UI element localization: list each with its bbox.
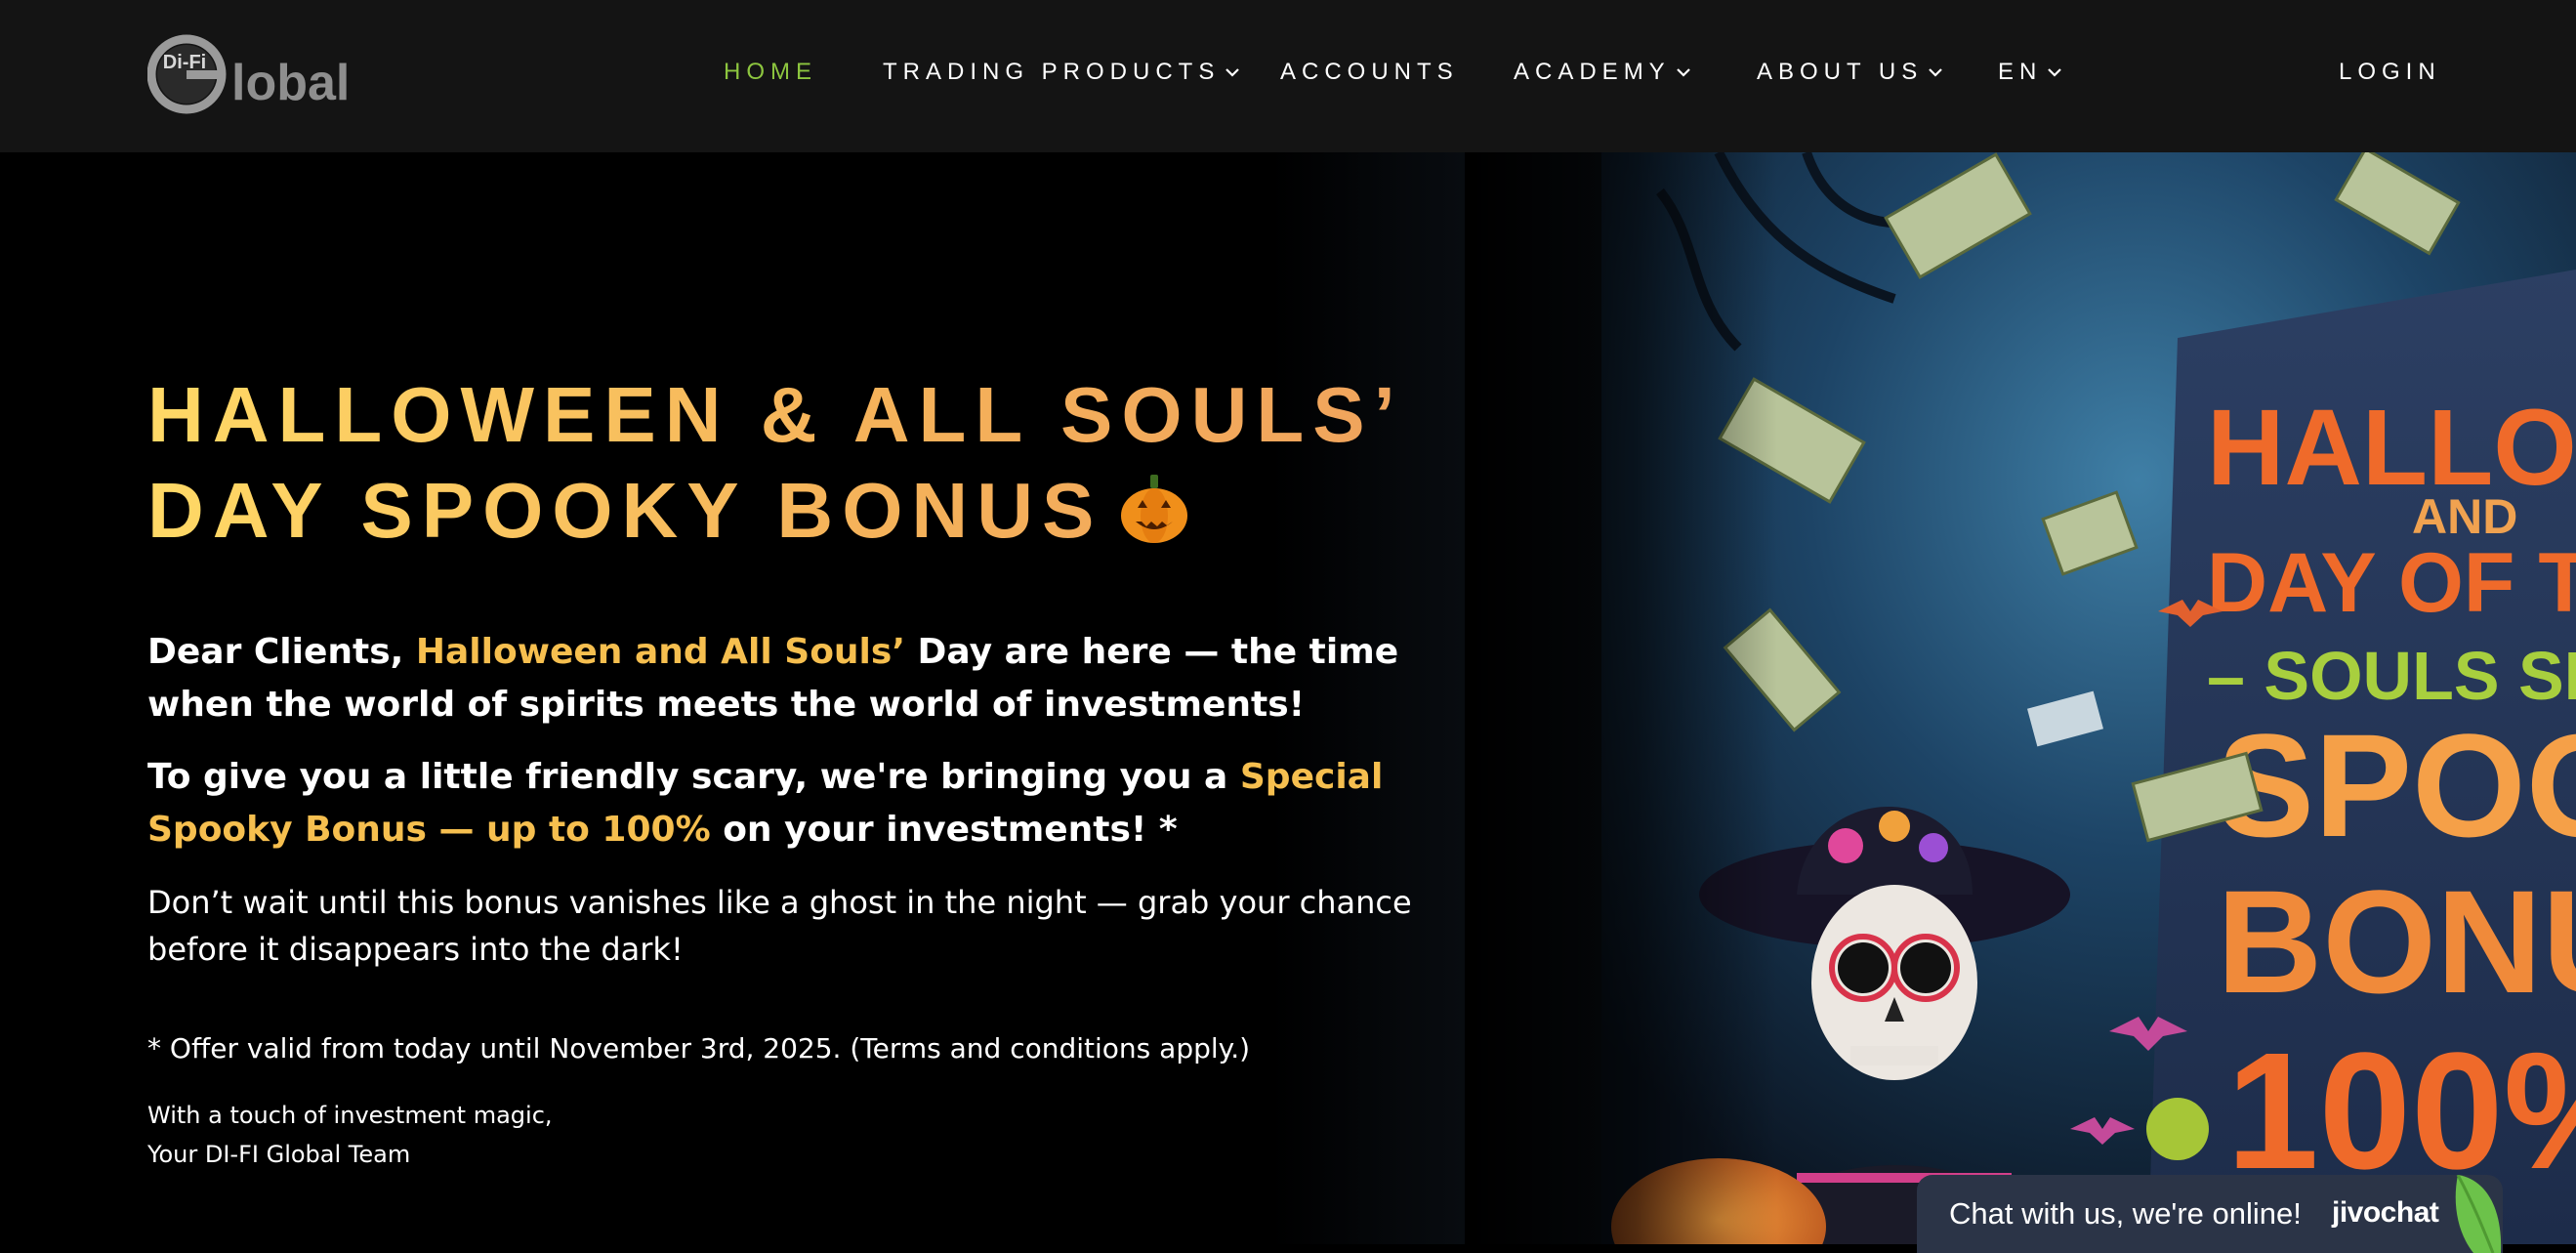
nav-home-label: HOME — [724, 59, 817, 85]
jivochat-logo: jivochat — [2332, 1196, 2439, 1229]
bonus-text-end: on your investments! * — [710, 810, 1178, 850]
offer-terms: * Offer valid from today until November … — [147, 1032, 1251, 1065]
svg-text:Di-Fi: Di-Fi — [163, 52, 206, 73]
nav-academy[interactable]: ACADEMY — [1514, 55, 1692, 90]
nav-accounts-label: ACCOUNTS — [1280, 59, 1459, 85]
svg-text:DAY OF THE D: DAY OF THE D — [2207, 536, 2576, 630]
top-navbar: Di-Fi lobal HOME TRADING PRODUCTS ACCOUN… — [0, 0, 2576, 152]
hero-section: HALLOW AND DAY OF THE D – SOULS SPEC SPO… — [0, 152, 2576, 1244]
login-button-label: LOGIN — [2339, 59, 2441, 85]
nav-academy-label: ACADEMY — [1514, 59, 1671, 85]
page-title: HALLOWEEN & ALL SOULS’ DAY SPOOKY BONUS — [147, 367, 1417, 559]
intro-text-start: Dear Clients, — [147, 632, 416, 672]
chevron-down-icon — [1675, 63, 1692, 81]
nav-trading-products-label: TRADING PRODUCTS — [883, 59, 1221, 85]
signature-line-1: With a touch of investment magic, — [147, 1102, 553, 1129]
nav-trading-products[interactable]: TRADING PRODUCTS — [883, 55, 1241, 90]
nav-home[interactable]: HOME — [724, 55, 817, 90]
page-title-line-2-text: DAY SPOOKY BONUS — [147, 467, 1103, 554]
svg-text:BONU: BONU — [2217, 859, 2576, 1023]
di-fi-global-logo[interactable]: Di-Fi lobal — [147, 33, 362, 115]
leaf-icon — [2454, 1175, 2503, 1253]
intro-paragraph: Dear Clients, Halloween and All Souls’ D… — [147, 626, 1446, 731]
intro-highlight: Halloween and All Souls’ — [415, 632, 905, 672]
urgency-paragraph: Don’t wait until this bonus vanishes lik… — [147, 884, 1412, 968]
signature-line-2: Your DI-FI Global Team — [147, 1141, 411, 1168]
svg-text:lobal: lobal — [231, 55, 350, 111]
nav-accounts[interactable]: ACCOUNTS — [1280, 55, 1459, 90]
chevron-down-icon — [1224, 63, 1241, 81]
pumpkin-icon — [1116, 471, 1192, 547]
page-title-line-1: HALLOWEEN & ALL SOULS’ — [147, 371, 1404, 458]
svg-text:SPOO: SPOO — [2217, 703, 2576, 867]
chevron-down-icon — [2046, 63, 2063, 81]
language-selector[interactable]: EN — [1998, 55, 2063, 90]
bonus-paragraph: To give you a little friendly scary, we'… — [147, 751, 1446, 856]
language-selector-label: EN — [1998, 59, 2043, 85]
nav-about-us-label: ABOUT US — [1757, 59, 1924, 85]
login-button[interactable]: LOGIN — [2339, 55, 2441, 90]
svg-text:HALLOW: HALLOW — [2207, 388, 2576, 508]
chevron-down-icon — [1927, 63, 1944, 81]
chat-widget-label: Chat with us, we're online! — [1949, 1196, 2302, 1231]
signature: With a touch of investment magic, Your D… — [147, 1096, 1446, 1174]
hero-image-fade — [1465, 152, 1777, 1244]
nav-about-us[interactable]: ABOUT US — [1757, 55, 1944, 90]
page-title-line-2: DAY SPOOKY BONUS — [147, 463, 1417, 559]
chat-widget[interactable]: Chat with us, we're online! jivochat — [1917, 1175, 2503, 1253]
bonus-text-start: To give you a little friendly scary, we'… — [147, 757, 1240, 797]
